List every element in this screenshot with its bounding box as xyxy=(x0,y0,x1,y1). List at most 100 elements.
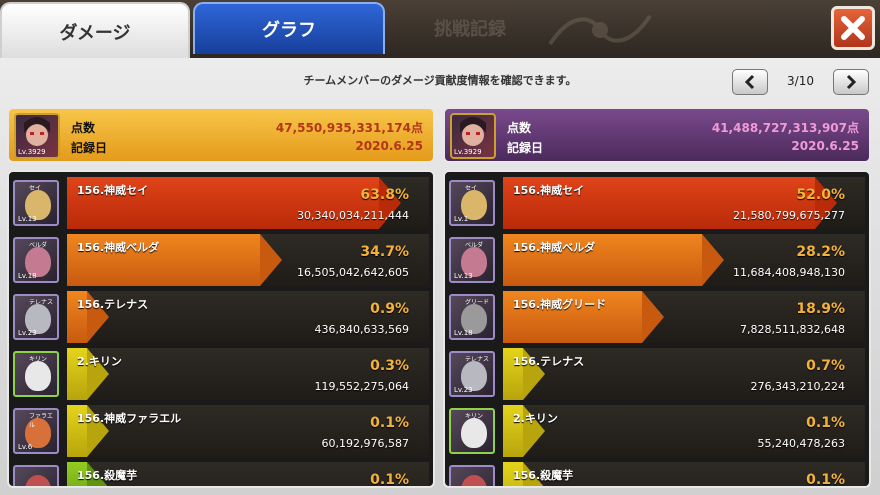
bar-tip xyxy=(642,291,664,343)
score-value: 47,550,935,331,174点 xyxy=(275,121,423,135)
character-avatar[interactable]: セイ Lv.13 xyxy=(13,180,59,226)
damage-percent: 0.1% xyxy=(370,472,409,488)
damage-percent: 0.3% xyxy=(370,358,409,374)
tab-damage[interactable]: ダメージ xyxy=(0,2,190,60)
chevron-right-icon xyxy=(846,74,857,90)
damage-value: 55,240,478,263 xyxy=(757,437,845,450)
tab-graph[interactable]: グラフ xyxy=(193,2,385,54)
member-row[interactable]: ベルダ Lv.18 156.神威ベルダ 34.7% 16,505,042,642,605 xyxy=(9,232,433,288)
damage-value: 436,840,633,569 xyxy=(314,323,409,336)
character-avatar[interactable]: テレナス Lv.23 xyxy=(449,351,495,397)
avatar-tag: ファラエル xyxy=(29,413,54,429)
tab-damage-label: ダメージ xyxy=(59,23,131,44)
member-name: 2.キリン xyxy=(77,355,122,368)
damage-list-left[interactable]: セイ Lv.13 156.神威セイ 63.8% 30,340,034,211,444 ベル… xyxy=(7,170,435,488)
prev-page-button[interactable] xyxy=(732,69,768,95)
team-summary-right: Lv.3929 点数 41,488,727,313,907点 記録日 2020.… xyxy=(443,107,871,163)
close-button[interactable] xyxy=(831,6,875,50)
score-label: 点数 xyxy=(71,121,96,135)
member-row[interactable]: ファラエル Lv.6 156.神威ファラエル 0.1% 60,192,976,587 xyxy=(9,403,433,459)
tab-record-label: 挑戦記録 xyxy=(434,19,506,40)
avatar-tag: ベルダ xyxy=(29,242,48,249)
avatar-level: Lv.23 xyxy=(454,386,473,394)
avatar-tag: テレナス xyxy=(465,356,490,363)
damage-percent: 0.9% xyxy=(370,301,409,317)
character-avatar[interactable]: グリード Lv.18 xyxy=(449,294,495,340)
chevron-left-icon xyxy=(744,74,755,90)
member-row[interactable]: キリン 2.キリン 0.3% 119,552,275,064 xyxy=(9,346,433,402)
leader-level: Lv.3929 xyxy=(454,148,482,156)
character-avatar[interactable] xyxy=(13,465,59,486)
avatar-level: Lv.6 xyxy=(18,443,33,451)
portrait-icon xyxy=(461,475,487,486)
date-value: 2020.6.25 xyxy=(355,139,423,153)
avatar-level: Lv.13 xyxy=(454,272,473,280)
member-row[interactable]: テレナス Lv.23 156.テレナス 0.7% 276,343,210,224 xyxy=(445,346,869,402)
avatar-level: Lv.18 xyxy=(18,272,37,280)
avatar-tag: グリード xyxy=(465,299,490,306)
leader-avatar[interactable]: Lv.3929 xyxy=(450,113,496,159)
member-row[interactable]: 156.殺魔芋 0.1% xyxy=(9,460,433,488)
bar-tip xyxy=(702,234,724,286)
avatar-tag: ベルダ xyxy=(465,242,484,249)
member-row[interactable]: ベルダ Lv.13 156.神威ベルダ 28.2% 11,684,408,948,130 xyxy=(445,232,869,288)
character-avatar[interactable]: ベルダ Lv.13 xyxy=(449,237,495,283)
damage-value: 11,684,408,948,130 xyxy=(733,266,845,279)
member-name: 156.神威ベルダ xyxy=(77,241,160,254)
leader-avatar[interactable]: Lv.3929 xyxy=(14,113,60,159)
avatar-level: Lv.18 xyxy=(454,329,473,337)
score-value: 41,488,727,313,907点 xyxy=(711,121,859,135)
member-name: 156.神威セイ xyxy=(77,184,149,197)
date-label: 記録日 xyxy=(507,141,544,155)
avatar-level: Lv.1 xyxy=(454,215,469,223)
member-row[interactable]: セイ Lv.1 156.神威セイ 52.0% 21,580,799,675,277 xyxy=(445,175,869,231)
member-name: 156.神威グリード xyxy=(513,298,607,311)
member-name: 156.神威セイ xyxy=(513,184,585,197)
ornament-icon xyxy=(548,14,652,46)
character-avatar[interactable]: キリン xyxy=(449,408,495,454)
member-row[interactable]: 156.殺魔芋 0.1% xyxy=(445,460,869,488)
avatar-level: Lv.13 xyxy=(18,215,37,223)
score-label: 点数 xyxy=(507,121,532,135)
member-row[interactable]: セイ Lv.13 156.神威セイ 63.8% 30,340,034,211,444 xyxy=(9,175,433,231)
tab-challenge-record[interactable]: 挑戦記録 xyxy=(390,2,550,54)
next-page-button[interactable] xyxy=(833,69,869,95)
member-name: 156.テレナス xyxy=(513,355,585,368)
damage-value: 60,192,976,587 xyxy=(321,437,409,450)
avatar-tag: キリン xyxy=(465,413,484,420)
character-avatar[interactable]: ファラエル Lv.6 xyxy=(13,408,59,454)
member-row[interactable]: キリン 2.キリン 0.1% 55,240,478,263 xyxy=(445,403,869,459)
team-summary-left: Lv.3929 点数 47,550,935,331,174点 記録日 2020.… xyxy=(7,107,435,163)
member-row[interactable]: グリード Lv.18 156.神威グリード 18.9% 7,828,511,832,64… xyxy=(445,289,869,345)
damage-percent: 0.1% xyxy=(806,472,845,488)
page-indicator: 3/10 xyxy=(787,74,814,88)
character-avatar[interactable]: キリン xyxy=(13,351,59,397)
leader-level: Lv.3929 xyxy=(18,148,46,156)
avatar-tag: セイ xyxy=(29,185,42,192)
damage-percent: 0.1% xyxy=(370,415,409,431)
damage-percent: 0.7% xyxy=(806,358,845,374)
character-avatar[interactable]: セイ Lv.1 xyxy=(449,180,495,226)
damage-percent: 34.7% xyxy=(360,244,409,260)
character-avatar[interactable] xyxy=(449,465,495,486)
portrait-icon xyxy=(461,418,487,448)
damage-list-right[interactable]: セイ Lv.1 156.神威セイ 52.0% 21,580,799,675,277 ベルダ… xyxy=(443,170,871,488)
character-avatar[interactable]: ベルダ Lv.18 xyxy=(13,237,59,283)
character-avatar[interactable]: テレナス Lv.23 xyxy=(13,294,59,340)
bar-tip xyxy=(260,234,282,286)
tab-graph-label: グラフ xyxy=(262,20,316,41)
damage-percent: 52.0% xyxy=(796,187,845,203)
member-name: 156.殺魔芋 xyxy=(513,469,574,482)
damage-percent: 28.2% xyxy=(796,244,845,260)
portrait-icon xyxy=(25,361,51,391)
damage-percent: 18.9% xyxy=(796,301,845,317)
date-value: 2020.6.25 xyxy=(791,139,859,153)
date-label: 記録日 xyxy=(71,141,108,155)
member-name: 156.神威ベルダ xyxy=(513,241,596,254)
member-row[interactable]: テレナス Lv.23 156.テレナス 0.9% 436,840,633,569 xyxy=(9,289,433,345)
member-name: 156.神威ファラエル xyxy=(77,412,182,425)
damage-value: 276,343,210,224 xyxy=(750,380,845,393)
close-icon xyxy=(841,16,865,40)
avatar-tag: キリン xyxy=(29,356,48,363)
avatar-level: Lv.23 xyxy=(18,329,37,337)
